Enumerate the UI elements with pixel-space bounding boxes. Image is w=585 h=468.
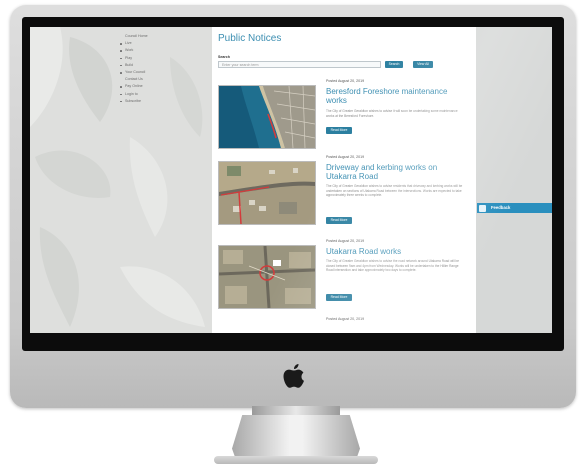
notice-title[interactable]: Beresford Foreshore maintenance works (326, 87, 468, 105)
notice-title[interactable]: Utakarra Road works (326, 247, 468, 256)
view-all-button[interactable]: View All (413, 61, 433, 68)
sidebar-nav: Council Home Live Work Play Build Your C… (120, 33, 148, 105)
search-label: Search (218, 55, 230, 59)
notice-title[interactable]: Driveway and kerbing works on Utakarra R… (326, 163, 468, 181)
sidebar-item-play[interactable]: Play (120, 55, 148, 62)
sidebar-item-contact-us[interactable]: Contact Us (120, 76, 148, 83)
read-more-button[interactable]: Read More (326, 217, 352, 224)
search-input[interactable]: Enter your search term (218, 61, 381, 68)
notice-aerial-image[interactable] (218, 85, 316, 149)
screen: Council Home Live Work Play Build Your C… (30, 27, 552, 333)
sidebar-item-subscribe[interactable]: Subscribe (120, 98, 148, 105)
sidebar-item-pay-online[interactable]: Pay Online (120, 83, 148, 90)
read-more-button[interactable]: Read More (326, 127, 352, 134)
notice-posted-date: Posted August 20, 2019 (326, 239, 365, 243)
sidebar-item-work[interactable]: Work (120, 47, 148, 54)
apple-logo-icon (283, 364, 304, 388)
notice-description: The City of Greater Geraldton wishes to … (326, 259, 460, 273)
notice-item: Posted August 20, 2019 (218, 317, 470, 333)
sidebar-item-live[interactable]: Live (120, 40, 148, 47)
sidebar-item-council-home[interactable]: Council Home (120, 33, 148, 40)
feedback-tab[interactable]: Feedback (477, 203, 552, 213)
main-content: Public Notices Search Enter your search … (212, 27, 476, 333)
notice-item: Posted August 20, 2019 Beresford Foresho… (218, 79, 470, 159)
sidebar-item-your-council[interactable]: Your Council (120, 69, 148, 76)
notice-posted-date: Posted August 20, 2019 (326, 155, 365, 159)
notice-posted-date: Posted August 20, 2019 (326, 79, 365, 83)
notice-posted-date: Posted August 20, 2019 (326, 317, 365, 321)
page-title: Public Notices (218, 33, 282, 44)
decorative-background: Council Home Live Work Play Build Your C… (30, 27, 212, 333)
notice-description: The City of Greater Geraldton wishes to … (326, 184, 463, 198)
chat-icon (479, 204, 486, 212)
search-button[interactable]: Search (385, 61, 403, 68)
stand-base (214, 456, 378, 464)
notice-item: Posted August 20, 2019 Driveway and kerb… (218, 155, 470, 235)
notice-description: The City of Greater Geraldton wishes to … (326, 109, 458, 118)
notice-item: Posted August 20, 2019 Utakarra Road wor… (218, 239, 470, 319)
sidebar-item-login[interactable]: Login to (120, 91, 148, 98)
right-background (476, 27, 552, 333)
read-more-button[interactable]: Read More (326, 294, 352, 301)
feedback-label: Feedback (491, 205, 511, 210)
notice-aerial-image[interactable] (218, 161, 316, 225)
sidebar-item-build[interactable]: Build (120, 62, 148, 69)
notice-aerial-image[interactable] (218, 245, 316, 309)
